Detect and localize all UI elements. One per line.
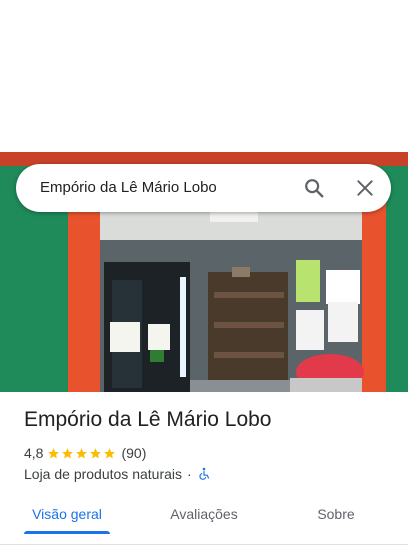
- place-category: Loja de produtos naturais: [24, 466, 182, 482]
- tab-reviews[interactable]: Avaliações: [160, 492, 248, 536]
- star-icon: [48, 447, 60, 458]
- star-icon: [76, 447, 88, 458]
- category-row: Loja de produtos naturais ·: [24, 465, 211, 483]
- search-button[interactable]: [300, 174, 328, 202]
- tab-about[interactable]: Sobre: [304, 492, 368, 536]
- rating-value: 4,8: [24, 445, 44, 461]
- search-bar[interactable]: Empório da Lê Mário Lobo: [16, 164, 391, 212]
- search-icon: [305, 179, 324, 198]
- close-icon: [357, 180, 373, 196]
- rating-row[interactable]: 4,8 (90): [24, 444, 146, 462]
- active-tab-indicator: [24, 531, 110, 534]
- review-count[interactable]: (90): [121, 445, 146, 461]
- star-icon: [90, 447, 102, 458]
- tab-bar: Visão geral Avaliações Sobre: [0, 492, 408, 545]
- tab-overview[interactable]: Visão geral: [24, 492, 110, 536]
- star-rating: [47, 447, 117, 460]
- clear-search-button[interactable]: [351, 174, 379, 202]
- wheelchair-icon: [199, 467, 209, 480]
- search-input[interactable]: Empório da Lê Mário Lobo: [40, 164, 217, 212]
- separator: ·: [187, 466, 192, 482]
- star-icon: [62, 447, 74, 458]
- place-title: Empório da Lê Mário Lobo: [24, 408, 272, 431]
- star-icon: [104, 447, 116, 458]
